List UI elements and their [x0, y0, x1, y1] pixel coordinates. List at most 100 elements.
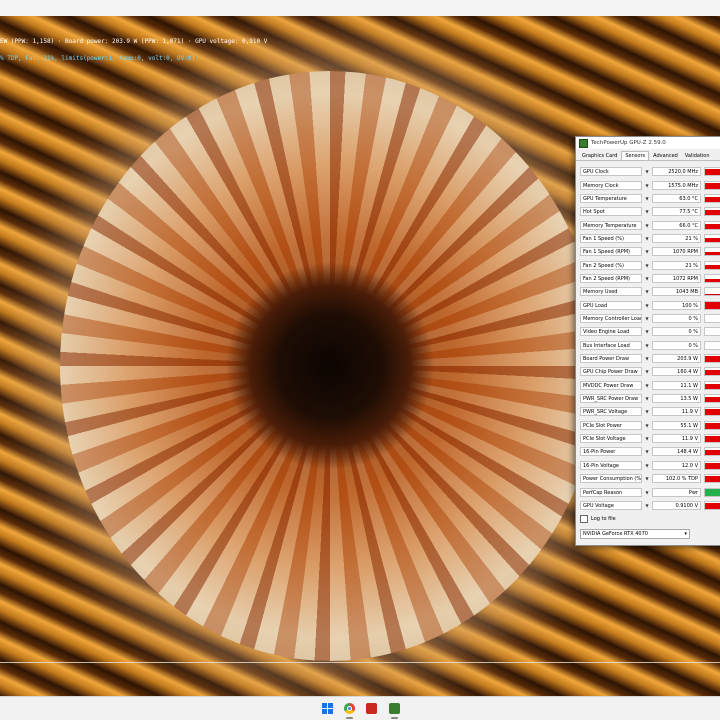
- sensor-row: Memory Temperature ▼ 66.0 °C: [580, 219, 720, 231]
- gpuz-tabs: Graphics Card Sensors Advanced Validation: [576, 149, 720, 161]
- sensor-name: PWR_SRC Voltage: [580, 407, 642, 417]
- sensor-row: Bus Interface Load ▼ 0 %: [580, 339, 720, 351]
- log-checkbox[interactable]: [580, 515, 588, 523]
- sensor-name: Power Consumption (%): [580, 474, 642, 484]
- sensor-dropdown-icon[interactable]: ▼: [642, 314, 652, 323]
- sensor-row: GPU Voltage ▼ 0.9100 V: [580, 500, 720, 512]
- sensor-dropdown-icon[interactable]: ▼: [642, 394, 652, 403]
- sensor-row: GPU Clock ▼ 2520.0 MHz: [580, 166, 720, 178]
- sensor-name: GPU Chip Power Draw: [580, 367, 642, 377]
- sensor-dropdown-icon[interactable]: ▼: [642, 207, 652, 216]
- sensor-name: Memory Controller Load: [580, 314, 642, 324]
- sensor-dropdown-icon[interactable]: ▼: [642, 461, 652, 470]
- gpuz-titlebar[interactable]: TechPowerUp GPU-Z 2.59.0: [576, 137, 720, 149]
- sensor-name: 16-Pin Power: [580, 447, 642, 457]
- sensor-name: Memory Clock: [580, 180, 642, 190]
- sensor-name: MVDDC Power Draw: [580, 380, 642, 390]
- sensor-graph-fill: [705, 223, 720, 229]
- sensor-dropdown-icon[interactable]: ▼: [642, 247, 652, 256]
- chevron-down-icon: ▾: [684, 531, 687, 537]
- sensor-value: 0 %: [652, 340, 701, 350]
- sensor-dropdown-icon[interactable]: ▼: [642, 474, 652, 483]
- sensor-row: Memory Clock ▼ 1575.0 MHz: [580, 179, 720, 191]
- sensor-dropdown-icon[interactable]: ▼: [642, 488, 652, 497]
- sensor-value: 100 %: [652, 300, 701, 310]
- sensor-value: 160.4 W: [652, 367, 701, 377]
- tab-sensors[interactable]: Sensors: [621, 151, 650, 160]
- chrome-icon[interactable]: [344, 703, 355, 714]
- sensor-value: 66.0 °C: [652, 220, 701, 230]
- sensor-graph-fill: [705, 488, 720, 496]
- sensor-graph-fill: [705, 476, 720, 483]
- osd-power-line: EW (PPW: 1,158) · Board power: 203.9 W (…: [0, 38, 268, 45]
- sensor-dropdown-icon[interactable]: ▼: [642, 447, 652, 456]
- sensor-dropdown-icon[interactable]: ▼: [642, 421, 652, 430]
- tab-advanced[interactable]: Advanced: [650, 152, 681, 160]
- red-app-icon[interactable]: [366, 703, 377, 714]
- sensor-graph: [704, 474, 720, 484]
- sensor-row: Fan 1 Speed (%) ▼ 21 %: [580, 233, 720, 245]
- sensor-value: 1043 MB: [652, 287, 701, 297]
- tab-validation[interactable]: Validation: [682, 152, 713, 160]
- sensor-dropdown-icon[interactable]: ▼: [642, 354, 652, 363]
- sensor-graph-fill: [705, 503, 720, 509]
- sensor-graph-fill: [705, 210, 720, 216]
- sensor-graph-fill: [705, 423, 720, 429]
- gpuz-taskbar-icon[interactable]: [389, 703, 400, 714]
- sensor-dropdown-icon[interactable]: ▼: [642, 501, 652, 510]
- sensor-row: MVDDC Power Draw ▼ 11.1 W: [580, 380, 720, 392]
- sensor-name: Memory Used: [580, 287, 642, 297]
- sensor-dropdown-icon[interactable]: ▼: [642, 341, 652, 350]
- sensor-graph: [704, 500, 720, 510]
- sensor-dropdown-icon[interactable]: ▼: [642, 327, 652, 336]
- gpu-select[interactable]: NVIDIA GeForce RTX 4070 ▾: [580, 529, 690, 539]
- sensor-value: 1072 RPM: [652, 274, 701, 283]
- sensor-value: 11.9 V: [652, 407, 701, 417]
- sensor-row: Board Power Draw ▼ 203.9 W: [580, 353, 720, 365]
- sensor-graph-fill: [705, 169, 720, 176]
- sensor-dropdown-icon[interactable]: ▼: [642, 194, 652, 203]
- gpuz-title: TechPowerUp GPU-Z 2.59.0: [591, 140, 666, 146]
- sensor-value: 0.9100 V: [652, 500, 701, 510]
- sensor-name: Fan 1 Speed (%): [580, 233, 642, 243]
- log-label: Log to file: [591, 516, 616, 522]
- sensor-value: 13.5 W: [652, 394, 701, 404]
- sensor-dropdown-icon[interactable]: ▼: [642, 181, 652, 190]
- sensor-dropdown-icon[interactable]: ▼: [642, 367, 652, 376]
- sensor-row: Video Engine Load ▼ 0 %: [580, 326, 720, 338]
- sensor-graph: [704, 354, 720, 364]
- sensor-dropdown-icon[interactable]: ▼: [642, 274, 652, 283]
- sensor-dropdown-icon[interactable]: ▼: [642, 407, 652, 416]
- sensor-value: 11.1 W: [652, 380, 701, 390]
- sensor-name: Board Power Draw: [580, 354, 642, 364]
- sensor-graph-fill: [705, 251, 720, 256]
- windows-start-icon[interactable]: [322, 703, 333, 714]
- sensor-dropdown-icon[interactable]: ▼: [642, 167, 652, 176]
- top-strip: [0, 0, 720, 17]
- sensor-row: 16-Pin Voltage ▼ 12.0 V: [580, 460, 720, 472]
- sensor-dropdown-icon[interactable]: ▼: [642, 381, 652, 390]
- sensor-row: Fan 1 Speed (RPM) ▼ 1070 RPM: [580, 246, 720, 258]
- log-to-file[interactable]: Log to file: [580, 515, 616, 523]
- sensor-graph-fill: [705, 238, 720, 242]
- sensor-graph: [704, 434, 720, 444]
- sensor-graph: [704, 207, 720, 217]
- sensor-row: PCIe Slot Power ▼ 55.1 W: [580, 420, 720, 432]
- sensor-dropdown-icon[interactable]: ▼: [642, 434, 652, 443]
- sensor-dropdown-icon[interactable]: ▼: [642, 261, 652, 270]
- tab-graphics-card[interactable]: Graphics Card: [579, 152, 620, 160]
- sensor-value: 102.0 % TDP: [652, 474, 701, 484]
- sensor-dropdown-icon[interactable]: ▼: [642, 221, 652, 230]
- sensor-graph: [704, 180, 720, 190]
- sensor-row: GPU Chip Power Draw ▼ 160.4 W: [580, 366, 720, 378]
- sensor-graph: [704, 394, 720, 404]
- sensor-graph: [704, 220, 720, 230]
- sensor-dropdown-icon[interactable]: ▼: [642, 301, 652, 310]
- sensor-dropdown-icon[interactable]: ▼: [642, 287, 652, 296]
- sensor-value: 1575.0 MHz: [652, 180, 701, 190]
- gpuz-window[interactable]: TechPowerUp GPU-Z 2.59.0 Graphics Card Se…: [575, 136, 720, 546]
- sensor-graph: [704, 367, 720, 377]
- sensor-name: GPU Temperature: [580, 193, 642, 203]
- sensor-dropdown-icon[interactable]: ▼: [642, 234, 652, 243]
- sensor-graph: [704, 340, 720, 350]
